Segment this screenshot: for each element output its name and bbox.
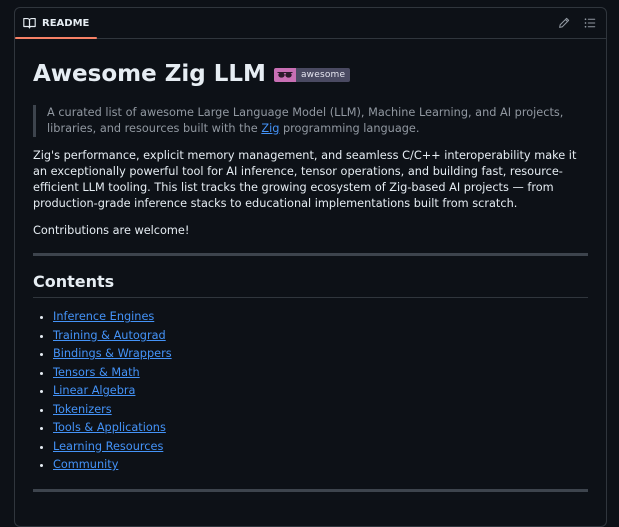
readme-header: README [15, 8, 606, 39]
contents-list: Inference Engines Training & Autograd Bi… [33, 308, 588, 475]
toc-link-community[interactable]: Community [53, 458, 118, 471]
list-item: Inference Engines [53, 308, 588, 327]
toc-link-tokenizers[interactable]: Tokenizers [53, 403, 112, 416]
list-item: Linear Algebra [53, 382, 588, 401]
quote-text-after: programming language. [279, 122, 420, 135]
description-quote: A curated list of awesome Large Language… [33, 105, 588, 137]
pencil-icon[interactable] [556, 15, 572, 31]
readme-tab-label: README [42, 17, 90, 29]
list-icon[interactable] [582, 15, 598, 31]
badge-text: awesome [295, 68, 351, 82]
contents-heading: Contents [33, 272, 588, 298]
toc-link-training-autograd[interactable]: Training & Autograd [53, 329, 166, 342]
readme-tab[interactable]: README [15, 8, 98, 39]
toc-link-linear-algebra[interactable]: Linear Algebra [53, 384, 135, 397]
sunglasses-icon [273, 68, 296, 82]
list-item: Training & Autograd [53, 327, 588, 346]
toc-link-learning-resources[interactable]: Learning Resources [53, 440, 163, 453]
toc-link-bindings-wrappers[interactable]: Bindings & Wrappers [53, 347, 172, 360]
header-actions [556, 15, 598, 31]
book-icon [23, 17, 36, 29]
list-item: Tools & Applications [53, 419, 588, 438]
readme-content: Awesome Zig LLM awesome A curated list o… [15, 57, 606, 492]
intro-paragraph: Zig's performance, explicit memory manag… [33, 149, 577, 210]
list-item: Bindings & Wrappers [53, 345, 588, 364]
toc-link-inference-engines[interactable]: Inference Engines [53, 310, 154, 323]
contributions-paragraph: Contributions are welcome! [33, 224, 190, 237]
toc-link-tensors-math[interactable]: Tensors & Math [53, 366, 140, 379]
list-item: Tensors & Math [53, 364, 588, 383]
section-divider [33, 253, 588, 256]
awesome-badge[interactable]: awesome [273, 68, 351, 82]
zig-link[interactable]: Zig [261, 122, 279, 135]
list-item: Tokenizers [53, 401, 588, 420]
page-title: Awesome Zig LLM awesome [33, 57, 588, 91]
readme-panel: README Awesome Zig LLM awesome A curated… [14, 7, 607, 527]
list-item: Learning Resources [53, 438, 588, 457]
title-text: Awesome Zig LLM [33, 61, 266, 87]
section-divider [33, 488, 588, 492]
list-item: Community [53, 456, 588, 475]
toc-link-tools-applications[interactable]: Tools & Applications [53, 421, 166, 434]
